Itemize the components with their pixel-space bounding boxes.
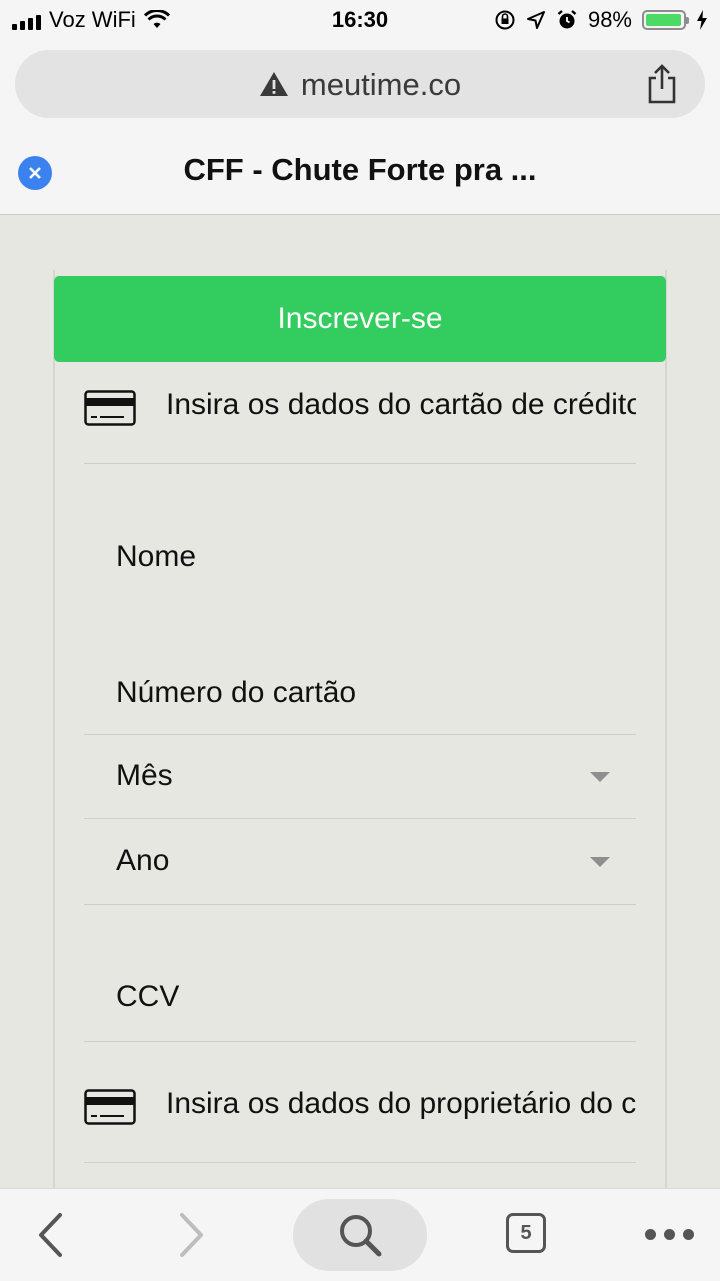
chevron-down-icon[interactable] bbox=[590, 772, 610, 782]
card-data-section: Insira os dados do cartão de crédito bbox=[84, 363, 636, 464]
warning-icon bbox=[259, 71, 288, 96]
subscribe-button[interactable]: Inscrever-se bbox=[54, 276, 666, 362]
credit-card-icon bbox=[84, 1089, 136, 1125]
page-content: Inscrever-se Insira os dados do cartão d… bbox=[0, 215, 720, 1188]
page-title: CFF - Chute Forte pra ... bbox=[183, 152, 537, 187]
more-icon[interactable] bbox=[645, 1229, 694, 1240]
back-icon[interactable] bbox=[20, 1189, 80, 1281]
divider bbox=[84, 734, 636, 735]
divider bbox=[84, 1041, 636, 1042]
credit-card-icon bbox=[84, 390, 136, 426]
tab-count: 5 bbox=[520, 1221, 532, 1244]
search-button[interactable] bbox=[293, 1199, 427, 1271]
orientation-lock-icon bbox=[495, 10, 515, 30]
card-section-text: Insira os dados do cartão de crédito bbox=[166, 388, 636, 421]
share-icon[interactable] bbox=[645, 64, 679, 104]
chevron-down-icon[interactable] bbox=[590, 857, 610, 867]
page-title-bar: CFF - Chute Forte pra ... bbox=[0, 130, 720, 215]
location-icon bbox=[526, 11, 545, 29]
divider bbox=[84, 818, 636, 819]
tabs-button[interactable]: 5 bbox=[506, 1213, 546, 1253]
charging-icon bbox=[697, 10, 707, 30]
battery-percent: 98% bbox=[587, 7, 632, 32]
card-number-field[interactable]: Número do cartão bbox=[116, 676, 356, 710]
url-text: meutime.co bbox=[300, 67, 462, 102]
address-bar[interactable]: meutime.co bbox=[15, 50, 705, 118]
status-bar: Voz WiFi 16:30 98% bbox=[0, 0, 720, 40]
year-select[interactable]: Ano bbox=[116, 844, 169, 878]
month-select[interactable]: Mês bbox=[116, 759, 173, 793]
forward-icon[interactable] bbox=[162, 1189, 222, 1281]
alarm-icon bbox=[557, 10, 577, 29]
owner-section-text: Insira os dados do proprietário do cartã… bbox=[166, 1087, 636, 1120]
name-field[interactable]: Nome bbox=[116, 540, 196, 574]
search-icon bbox=[340, 1215, 382, 1257]
browser-url-area: meutime.co bbox=[0, 40, 720, 130]
divider bbox=[84, 904, 636, 905]
ccv-field[interactable]: CCV bbox=[116, 980, 179, 1014]
owner-data-section: Insira os dados do proprietário do cartã… bbox=[84, 1062, 636, 1163]
battery-icon bbox=[642, 10, 689, 30]
browser-toolbar: 5 bbox=[0, 1188, 720, 1281]
